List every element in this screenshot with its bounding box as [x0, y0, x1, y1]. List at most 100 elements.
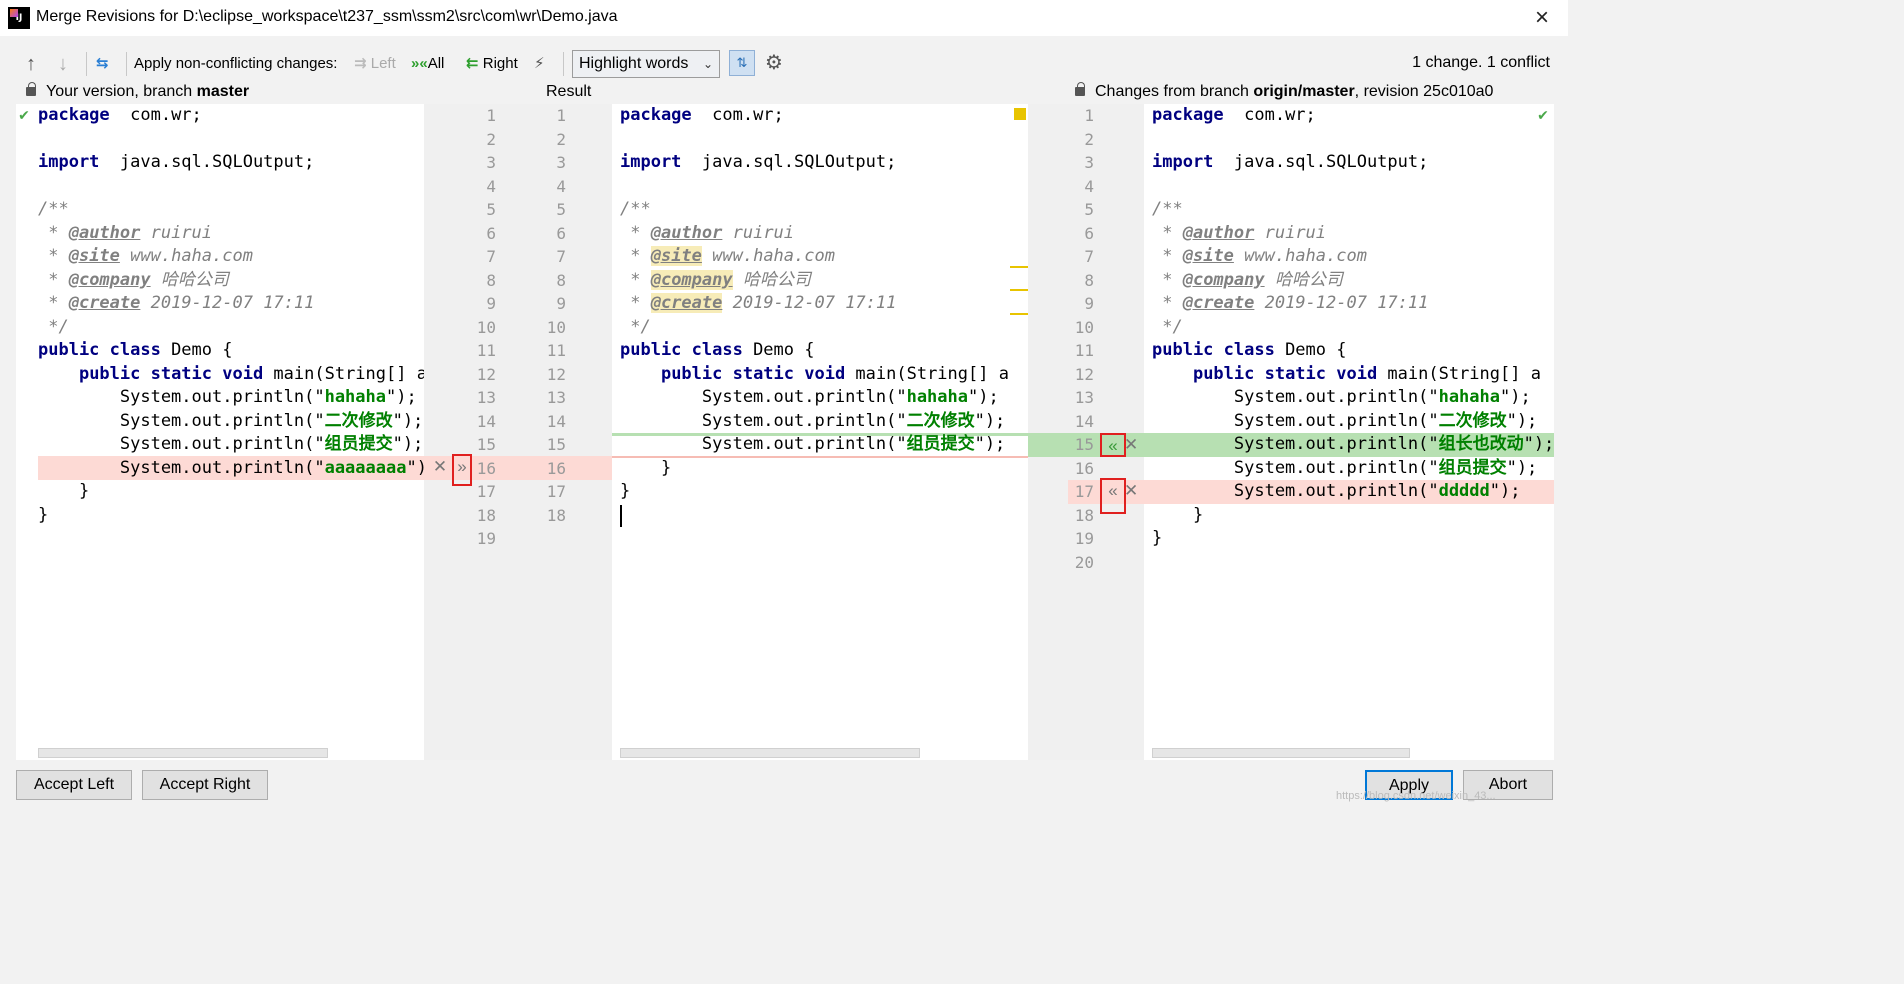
code-line: */	[38, 316, 68, 340]
result-horizontal-scrollbar[interactable]	[620, 748, 920, 758]
code-line: import java.sql.SQLOutput;	[620, 151, 896, 175]
line-number: 5	[1084, 200, 1094, 219]
line-number: 11	[476, 341, 496, 360]
line-number: 9	[556, 294, 566, 313]
code-line: public class Demo {	[38, 339, 232, 363]
code-line: /**	[620, 198, 651, 222]
code-token: *	[620, 293, 651, 313]
line-number: 6	[1084, 223, 1094, 243]
line-number: 2	[556, 129, 566, 149]
code-token: ");	[968, 387, 999, 407]
apply-left-button[interactable]: ⇉ Left	[354, 52, 396, 76]
code-line: public class Demo {	[1152, 339, 1346, 363]
diff-gutter-left: 1 2 3 4 5 6 7 8 9 10 11 12 13 14 15 16 17 18 19 1234567891…	[424, 104, 612, 760]
line-number: 9	[486, 294, 496, 313]
code-token: System.out.println("	[38, 434, 325, 454]
code-line: System.out.println("hahaha");	[38, 386, 417, 410]
result-editor[interactable]: package com.wr; import java.sql.SQLOutput…	[612, 104, 1028, 760]
left-header-text: Your version, branch	[46, 83, 197, 100]
code-token: System.out.println("	[38, 387, 325, 407]
code-line: * @create 2019-12-07 17:11	[620, 292, 896, 316]
code-token: main(String[] a	[845, 363, 1009, 384]
code-line: */	[1152, 316, 1182, 340]
code-token: com.wr;	[691, 105, 784, 125]
code-line: System.out.println("aaaaaaaa");	[38, 457, 424, 481]
line-number: 17	[476, 482, 496, 501]
line-number: 16	[546, 458, 566, 478]
line-number: 18	[546, 505, 566, 525]
toolbar-divider	[126, 52, 127, 76]
reject-right-change-icon[interactable]: ✕	[1124, 434, 1138, 456]
highlight-mode-dropdown[interactable]: Highlight words ⌄	[572, 50, 720, 78]
code-line: * @author ruirui	[620, 222, 794, 246]
code-token: @site	[68, 246, 120, 266]
synchronize-scrolling-icon[interactable]: ⇅	[729, 50, 755, 76]
code-token: System.out.println("	[1152, 457, 1439, 478]
right-editor[interactable]: package com.wr; import java.sql.SQLOutput…	[1144, 104, 1554, 760]
accept-left-button[interactable]: Accept Left	[16, 770, 132, 800]
line-number: 20	[1074, 552, 1094, 572]
code-line: * @author ruirui	[38, 222, 212, 246]
reject-right-conflict-icon[interactable]: ✕	[1124, 480, 1138, 502]
code-token: @create	[68, 293, 141, 313]
toolbar-divider	[86, 52, 87, 76]
reject-left-change-icon[interactable]: ✕	[430, 456, 450, 478]
apply-right-conflict-icon[interactable]: «	[1100, 478, 1126, 514]
code-line: /**	[38, 198, 69, 222]
right-horizontal-scrollbar[interactable]	[1152, 748, 1410, 758]
next-change-icon[interactable]: ↓	[58, 52, 68, 76]
code-line: }	[38, 504, 48, 528]
code-token: ruirui	[1254, 222, 1327, 243]
code-token: /**	[38, 199, 69, 219]
left-editor[interactable]: package com.wr; import java.sql.SQLOutput…	[16, 104, 424, 760]
line-number: 13	[546, 388, 566, 407]
apply-left-change-icon[interactable]: »	[452, 454, 472, 486]
apply-right-change-icon[interactable]: «	[1100, 433, 1126, 457]
apply-right-label: Right	[482, 55, 518, 72]
code-token: 组员提交	[906, 434, 975, 454]
code-token: import	[38, 152, 100, 172]
apply-right-button[interactable]: ⇇ Right	[466, 52, 518, 76]
merge-toolbar: ↑ ↓ ⇆ Apply non-conflicting changes: ⇉ L…	[0, 44, 1568, 82]
left-header-branch: master	[196, 83, 250, 100]
code-token: @company	[1182, 269, 1265, 290]
close-icon[interactable]: ×	[1526, 2, 1558, 34]
line-number: 14	[476, 411, 496, 431]
lock-icon	[26, 82, 36, 96]
code-line: public static void main(String[] a	[620, 363, 1009, 387]
code-line: System.out.println("二次修改");	[620, 410, 1005, 434]
line-number: 6	[486, 223, 496, 243]
apply-all-button[interactable]: »«All	[411, 52, 444, 76]
apply-right-icon: ⇇	[466, 55, 483, 72]
code-line: }	[38, 480, 89, 504]
magic-resolve-icon[interactable]: ⚡	[534, 52, 545, 76]
code-line: * @create 2019-12-07 17:11	[38, 292, 314, 316]
line-number: 7	[556, 247, 566, 266]
chevron-down-icon: ⌄	[702, 57, 713, 71]
code-token: *	[1152, 246, 1183, 266]
code-token: Demo {	[160, 340, 233, 360]
left-horizontal-scrollbar[interactable]	[38, 748, 328, 758]
code-token: ");	[406, 457, 424, 478]
code-token: hahaha	[324, 387, 386, 407]
line-number: 8	[1084, 270, 1094, 290]
resolve-conflicts-icon[interactable]: ⇆	[96, 52, 109, 76]
line-number: 10	[1074, 317, 1094, 337]
code-token: 2019-12-07 17:11	[1254, 293, 1429, 313]
line-number: 19	[1074, 529, 1094, 548]
code-line: * @company 哈哈公司	[1152, 269, 1343, 293]
intellij-app-icon: IJ	[8, 7, 30, 29]
accept-right-button[interactable]: Accept Right	[142, 770, 268, 800]
code-token: public class	[620, 340, 743, 360]
code-token: System.out.println("	[1152, 387, 1439, 407]
code-token: hahaha	[1438, 387, 1500, 407]
code-token: 二次修改	[906, 410, 975, 431]
line-number: 15	[546, 435, 566, 454]
line-number: 2	[486, 129, 496, 149]
previous-change-icon[interactable]: ↑	[26, 52, 36, 76]
code-token: *	[38, 246, 69, 266]
code-token: /**	[620, 199, 651, 219]
gear-icon[interactable]: ⚙	[765, 50, 783, 75]
